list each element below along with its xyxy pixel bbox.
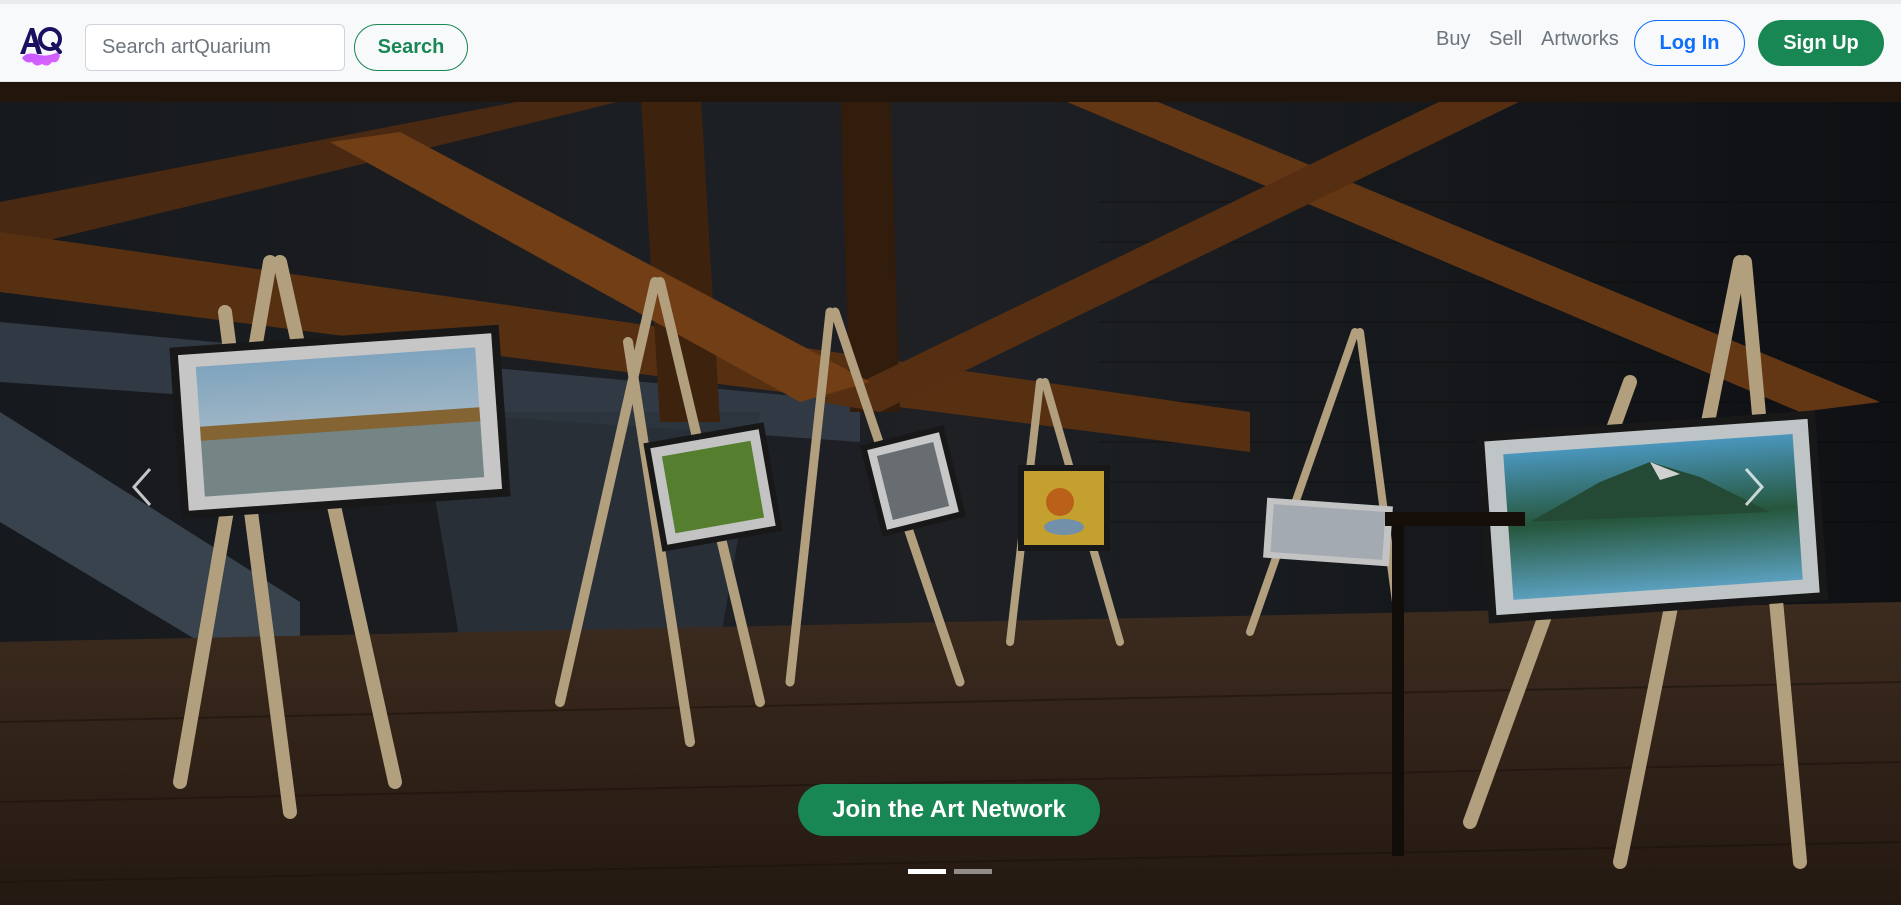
chevron-left-icon: [131, 468, 152, 506]
nav-link-sell[interactable]: Sell: [1489, 28, 1522, 51]
login-button[interactable]: Log In: [1634, 20, 1745, 66]
nav-link-buy[interactable]: Buy: [1436, 28, 1470, 51]
carousel-next-button[interactable]: [1734, 457, 1774, 517]
hero-carousel: Join the Art Network: [0, 82, 1901, 905]
carousel-indicators: [908, 869, 992, 874]
search-input[interactable]: [85, 24, 345, 71]
signup-button[interactable]: Sign Up: [1758, 20, 1884, 66]
aq-logo-icon[interactable]: [16, 24, 64, 68]
chevron-right-icon: [1744, 468, 1765, 506]
carousel-indicator-1[interactable]: [908, 869, 946, 874]
nav-link-artworks[interactable]: Artworks: [1541, 28, 1619, 51]
carousel-prev-button[interactable]: [122, 457, 162, 517]
join-art-network-button[interactable]: Join the Art Network: [798, 784, 1100, 836]
carousel-indicator-2[interactable]: [954, 869, 992, 874]
hero-image: [0, 82, 1901, 905]
top-navbar: Search Buy Sell Artworks Log In Sign Up: [0, 0, 1901, 82]
search-button[interactable]: Search: [354, 24, 468, 71]
